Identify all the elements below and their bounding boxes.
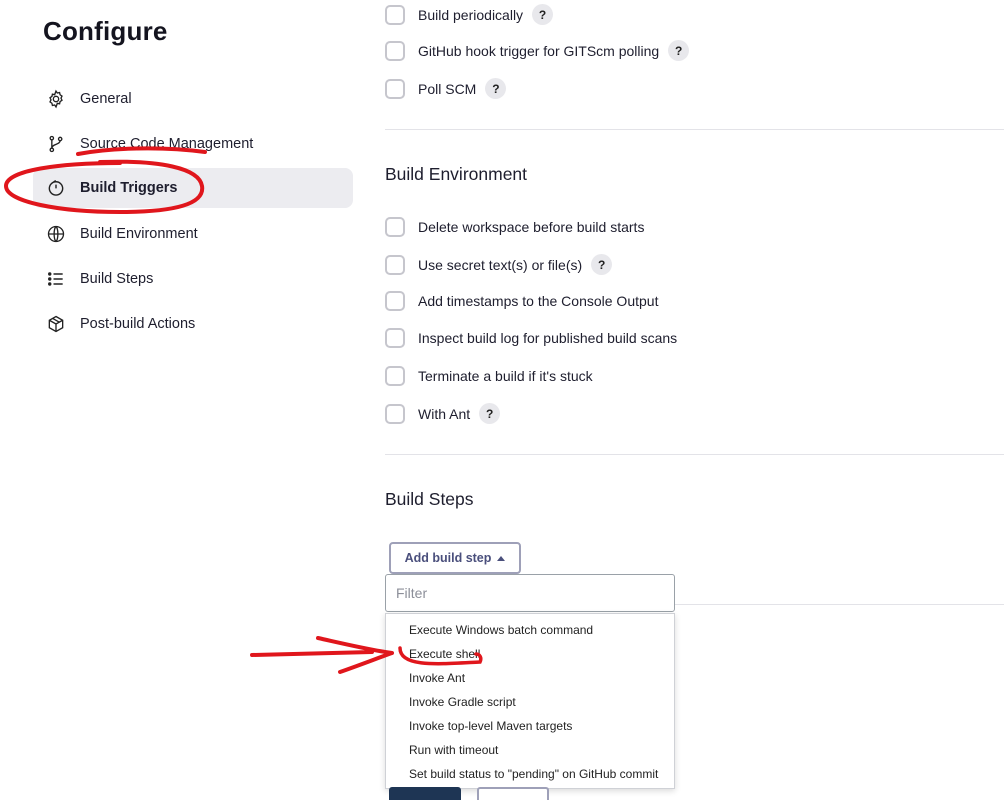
option-label: Inspect build log for published build sc… <box>418 330 678 346</box>
checkbox[interactable] <box>385 328 405 348</box>
option-label: Terminate a build if it's stuck <box>418 368 593 384</box>
option-label: Delete workspace before build starts <box>418 219 645 235</box>
menu-item-invoke-gradle-script[interactable]: Invoke Gradle script <box>386 690 674 714</box>
help-icon[interactable]: ? <box>485 78 507 99</box>
list-icon <box>45 268 67 290</box>
sidebar-item-label: Post-build Actions <box>80 316 196 332</box>
menu-item-invoke-ant[interactable]: Invoke Ant <box>386 666 674 690</box>
option-delete-workspace: Delete workspace before build starts <box>385 217 644 237</box>
page-title: Configure <box>43 16 168 46</box>
sidebar-item-build-environment[interactable]: Build Environment <box>33 214 353 254</box>
sidebar-item-source-code-management[interactable]: Source Code Management <box>33 124 353 164</box>
save-button[interactable] <box>389 787 461 800</box>
checkbox[interactable] <box>385 40 405 61</box>
option-with-ant: With Ant ? <box>385 403 501 424</box>
sidebar-item-label: Build Steps <box>80 271 154 287</box>
menu-item-run-with-timeout[interactable]: Run with timeout <box>386 738 674 762</box>
section-title-build-environment: Build Environment <box>385 164 528 184</box>
checkbox[interactable] <box>385 217 405 237</box>
option-label: With Ant <box>418 405 471 422</box>
option-label: Build periodically <box>418 6 524 23</box>
checkbox[interactable] <box>385 254 405 275</box>
section-divider <box>385 129 1004 130</box>
sidebar-item-general[interactable]: General <box>33 79 353 119</box>
help-icon[interactable]: ? <box>479 403 501 424</box>
option-use-secret-text: Use secret text(s) or file(s) ? <box>385 254 613 275</box>
checkbox[interactable] <box>385 366 405 386</box>
sidebar-item-label: Build Triggers <box>80 180 178 196</box>
option-build-periodically: Build periodically ? <box>385 4 554 25</box>
add-build-step-label: Add build step <box>404 551 492 565</box>
option-github-hook-trigger: GitHub hook trigger for GITScm polling ? <box>385 40 690 61</box>
help-icon[interactable]: ? <box>591 254 613 275</box>
option-label: GitHub hook trigger for GITScm polling <box>418 42 660 59</box>
menu-item-execute-shell[interactable]: Execute shell <box>386 642 674 666</box>
help-icon[interactable]: ? <box>532 4 554 25</box>
checkbox[interactable] <box>385 403 405 424</box>
checkbox[interactable] <box>385 4 405 25</box>
menu-item-set-build-status-pending[interactable]: Set build status to "pending" on GitHub … <box>386 762 674 786</box>
sidebar-item-label: Source Code Management <box>80 136 254 152</box>
option-label: Use secret text(s) or file(s) <box>418 256 583 273</box>
gear-icon <box>45 88 67 110</box>
sidebar-item-build-triggers[interactable]: Build Triggers <box>33 168 353 208</box>
checkbox[interactable] <box>385 78 405 99</box>
caret-up-icon <box>497 555 506 561</box>
checkbox[interactable] <box>385 291 405 311</box>
option-label: Add timestamps to the Console Output <box>418 293 659 309</box>
option-poll-scm: Poll SCM ? <box>385 78 507 99</box>
sidebar-item-label: General <box>80 91 132 107</box>
option-inspect-build-log: Inspect build log for published build sc… <box>385 328 677 348</box>
option-label: Poll SCM <box>418 80 477 97</box>
branch-icon <box>45 133 67 155</box>
menu-item-invoke-maven-targets[interactable]: Invoke top-level Maven targets <box>386 714 674 738</box>
option-add-timestamps: Add timestamps to the Console Output <box>385 291 658 311</box>
section-title-build-steps: Build Steps <box>385 489 474 509</box>
package-icon <box>45 313 67 335</box>
sidebar-item-build-steps[interactable]: Build Steps <box>33 259 353 299</box>
globe-icon <box>45 223 67 245</box>
build-step-dropdown-menu: Execute Windows batch command Execute sh… <box>385 613 675 789</box>
sidebar-item-post-build-actions[interactable]: Post-build Actions <box>33 304 353 344</box>
add-build-step-button[interactable]: Add build step <box>389 542 521 574</box>
filter-input[interactable] <box>385 574 675 612</box>
annotation-arrow-execute-shell <box>250 636 394 674</box>
section-divider <box>385 454 1004 455</box>
help-icon[interactable]: ? <box>668 40 690 61</box>
menu-item-execute-windows-batch[interactable]: Execute Windows batch command <box>386 618 674 642</box>
timer-icon <box>45 177 67 199</box>
apply-button[interactable] <box>477 787 549 800</box>
option-terminate-stuck-build: Terminate a build if it's stuck <box>385 366 593 386</box>
sidebar-item-label: Build Environment <box>80 226 198 242</box>
